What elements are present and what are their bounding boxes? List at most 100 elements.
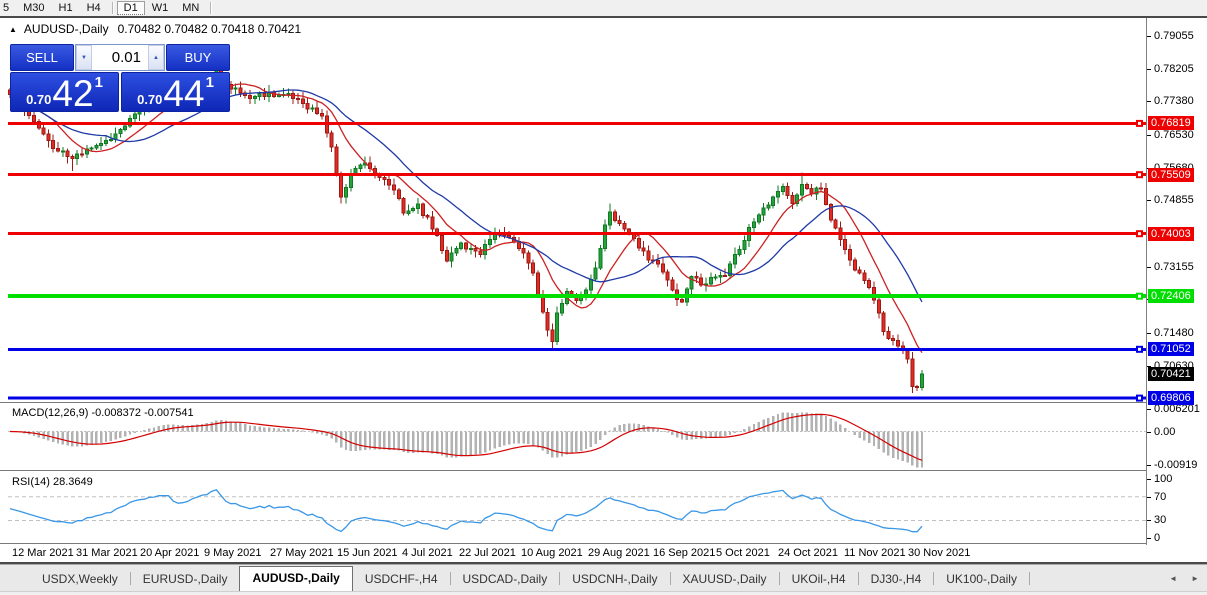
timeframe-button-d1[interactable]: D1 — [117, 1, 145, 15]
tab-eurusd-daily[interactable]: EURUSD-,Daily — [131, 568, 240, 591]
tab-uk100-daily[interactable]: UK100-,Daily — [934, 568, 1029, 591]
level-price-badge: 0.71052 — [1148, 342, 1194, 356]
level-price-badge: 0.75509 — [1148, 168, 1194, 182]
tab-usdchf-h4[interactable]: USDCHF-,H4 — [353, 568, 450, 591]
axis-tick-mark — [1147, 135, 1151, 136]
chart-title: ▲ AUDUSD-,Daily 0.70482 0.70482 0.70418 … — [9, 22, 301, 36]
axis-tick-mark — [1147, 101, 1151, 102]
buy-price-point: 1 — [206, 76, 214, 90]
price-tick-label: 0.77380 — [1154, 94, 1194, 108]
moving-average-21 — [10, 90, 922, 302]
buy-price-prefix: 0.70 — [137, 93, 162, 106]
timeframe-button-h4[interactable]: H4 — [80, 1, 108, 15]
rsi-axis-label: 0 — [1154, 531, 1160, 545]
axis-tick-mark — [1147, 520, 1151, 521]
date-tick-label: 30 Nov 2021 — [908, 547, 970, 559]
date-tick-label: 31 Mar 2021 — [76, 547, 138, 559]
tab-scroll-left-icon[interactable]: ◄ — [1169, 574, 1177, 583]
tab-scroll-right-icon[interactable]: ► — [1191, 574, 1199, 583]
chart-ohlc-values: 0.70482 0.70482 0.70418 0.70421 — [118, 22, 302, 36]
date-tick-label: 16 Sep 2021 — [653, 547, 715, 559]
current-price-badge: 0.70421 — [1148, 367, 1194, 381]
timeframe-button-5[interactable]: 5 — [0, 1, 16, 15]
one-click-trade-panel: SELL ▼ 0.01 ▲ BUY 0.70 42 1 0.70 44 1 — [10, 44, 230, 112]
sell-price-display[interactable]: 0.70 42 1 — [10, 72, 119, 112]
timeframe-button-m30[interactable]: M30 — [16, 1, 51, 15]
toolbar-separator — [210, 2, 211, 14]
axis-tick-mark — [1147, 538, 1151, 539]
sell-price-point: 1 — [95, 76, 103, 90]
axis-tick-mark — [1147, 432, 1151, 433]
collapse-chart-icon[interactable]: ▲ — [9, 25, 17, 34]
price-tick-label: 0.73155 — [1154, 260, 1194, 274]
rsi-chart[interactable] — [8, 473, 1146, 543]
volume-stepper: ▼ 0.01 ▲ — [75, 44, 165, 71]
date-tick-label: 5 Oct 2021 — [716, 547, 770, 559]
price-tick-label: 0.79055 — [1154, 29, 1194, 43]
sell-price-pips: 42 — [52, 79, 93, 109]
level-price-badge: 0.74003 — [1148, 227, 1194, 241]
chart-tab-bar: USDX,WeeklyEURUSD-,DailyAUDUSD-,DailyUSD… — [0, 564, 1207, 591]
axis-tick-mark — [1147, 465, 1151, 466]
axis-tick-mark — [1147, 36, 1151, 37]
axis-tick-mark — [1147, 69, 1151, 70]
rsi-axis-label: 70 — [1154, 490, 1166, 504]
buy-price-pips: 44 — [163, 79, 204, 109]
rsi-indicator-label: RSI(14) 28.3649 — [12, 476, 93, 488]
buy-price-display[interactable]: 0.70 44 1 — [121, 72, 230, 112]
price-tick-label: 0.78205 — [1154, 62, 1194, 76]
toolbar-separator — [112, 2, 113, 14]
volume-decrease-icon[interactable]: ▼ — [76, 45, 92, 70]
tab-ukoil-h4[interactable]: UKOil-,H4 — [780, 568, 858, 591]
tabs-holder: USDX,WeeklyEURUSD-,DailyAUDUSD-,DailyUSD… — [30, 566, 1030, 591]
axis-tick-mark — [1147, 200, 1151, 201]
rsi-line — [10, 490, 922, 532]
price-tick-label: 0.71480 — [1154, 326, 1194, 340]
volume-increase-icon[interactable]: ▲ — [148, 45, 164, 70]
tab-dj30-h4[interactable]: DJ30-,H4 — [859, 568, 934, 591]
timeframe-button-h1[interactable]: H1 — [52, 1, 80, 15]
status-strip — [0, 591, 1207, 595]
level-price-badge: 0.76819 — [1148, 116, 1194, 130]
date-tick-label: 4 Jul 2021 — [402, 547, 453, 559]
tab-usdcnh-daily[interactable]: USDCNH-,Daily — [560, 568, 669, 591]
axis-tick-mark — [1147, 267, 1151, 268]
rsi-axis-label: 100 — [1154, 472, 1172, 486]
timeframe-button-w1[interactable]: W1 — [145, 1, 176, 15]
tab-scroll-controls: ◄ ► — [1169, 574, 1207, 591]
chart-symbol-label: AUDUSD-,Daily — [24, 22, 109, 36]
sell-price-prefix: 0.70 — [26, 93, 51, 106]
tab-separator — [1029, 572, 1030, 585]
date-tick-label: 15 Jun 2021 — [337, 547, 398, 559]
date-axis[interactable]: 12 Mar 202131 Mar 202120 Apr 2021 9 May 2… — [0, 545, 1207, 562]
macd-axis-label: 0.00 — [1154, 425, 1175, 439]
date-tick-label: 22 Jul 2021 — [459, 547, 516, 559]
date-tick-label: 27 May 2021 — [270, 547, 334, 559]
tab-audusd-daily[interactable]: AUDUSD-,Daily — [239, 566, 352, 591]
price-axis[interactable]: 0.790550.782050.773800.765300.756800.748… — [1146, 18, 1207, 545]
date-tick-label: 20 Apr 2021 — [140, 547, 199, 559]
buy-button[interactable]: BUY — [166, 44, 230, 71]
axis-tick-mark — [1147, 479, 1151, 480]
tab-usdx-weekly[interactable]: USDX,Weekly — [30, 568, 130, 591]
date-tick-label: 10 Aug 2021 — [521, 547, 583, 559]
macd-histogram — [10, 412, 922, 467]
level-price-badge: 0.72406 — [1148, 289, 1194, 303]
price-tick-label: 0.74855 — [1154, 193, 1194, 207]
date-tick-label: 9 May 2021 — [204, 547, 261, 559]
sell-button[interactable]: SELL — [10, 44, 74, 71]
price-tick-label: 0.76530 — [1154, 128, 1194, 142]
date-tick-label: 24 Oct 2021 — [778, 547, 838, 559]
volume-input[interactable]: 0.01 — [92, 45, 148, 70]
timeframe-button-mn[interactable]: MN — [175, 1, 206, 15]
chart-window: ▲ AUDUSD-,Daily 0.70482 0.70482 0.70418 … — [0, 18, 1207, 564]
timeframe-toolbar: 5M30H1H4 D1W1MN — [0, 0, 1207, 18]
tab-usdcad-daily[interactable]: USDCAD-,Daily — [451, 568, 560, 591]
tab-xauusd-daily[interactable]: XAUUSD-,Daily — [671, 568, 779, 591]
macd-indicator-label: MACD(12,26,9) -0.008372 -0.007541 — [12, 407, 194, 419]
date-tick-label: 12 Mar 2021 — [12, 547, 74, 559]
level-price-badge: 0.69806 — [1148, 391, 1194, 405]
macd-axis-label: -0.00919 — [1154, 458, 1197, 472]
date-tick-label: 11 Nov 2021 — [844, 547, 906, 559]
axis-tick-mark — [1147, 409, 1151, 410]
